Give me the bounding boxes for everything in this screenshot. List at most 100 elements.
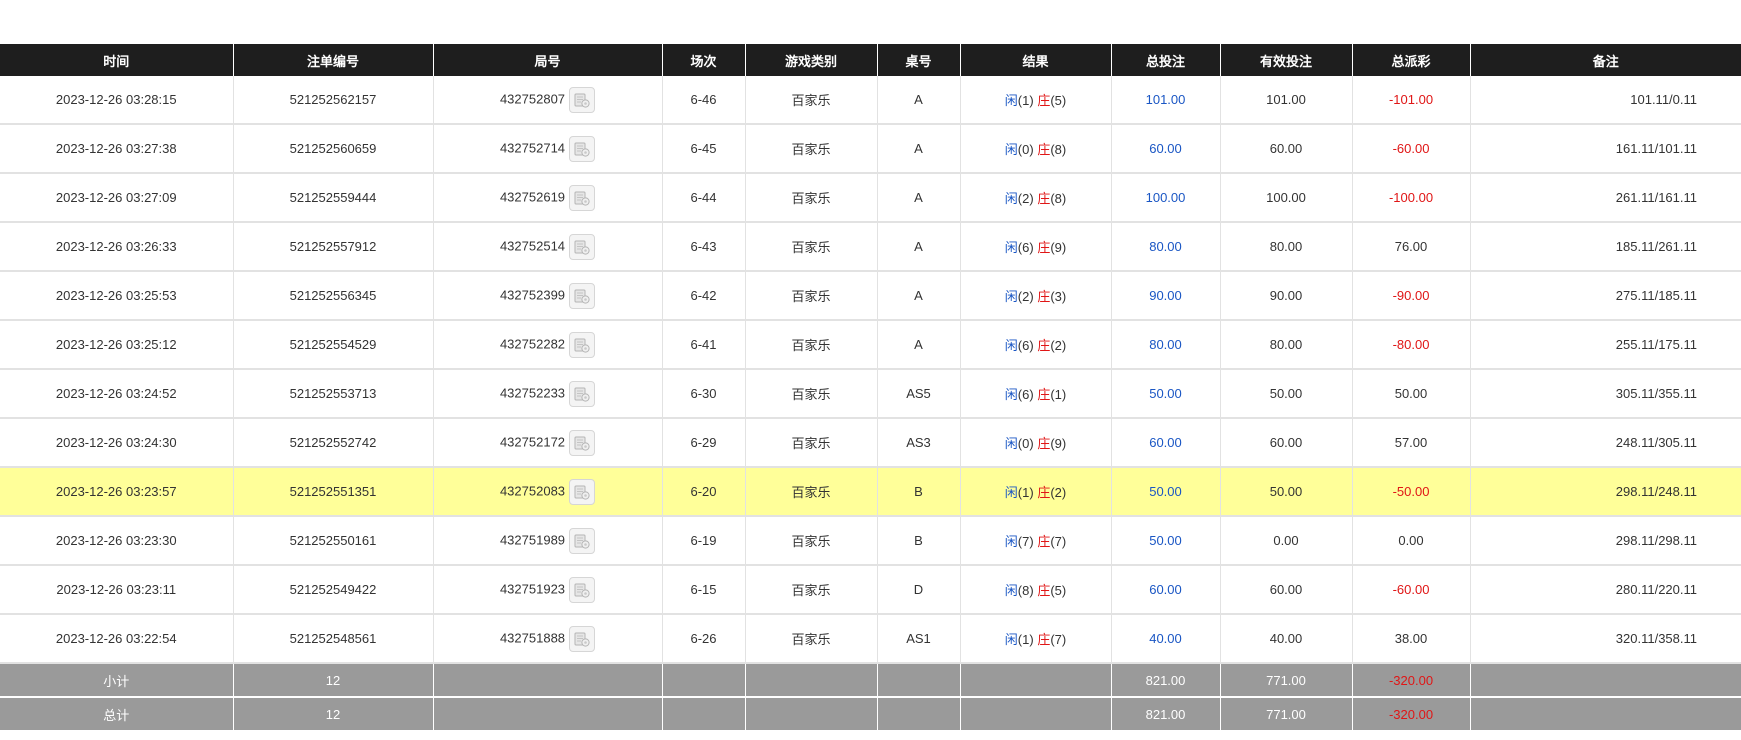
banker-label: 庄	[1037, 289, 1051, 304]
banker-label: 庄	[1037, 387, 1051, 402]
banker-label: 庄	[1037, 93, 1051, 108]
round-number: 432752083	[499, 482, 566, 498]
cell-total-bet: 101.00	[1111, 76, 1221, 125]
header-game-type: 游戏类别	[745, 44, 878, 76]
cell-bet-id: 521252556345	[233, 271, 434, 321]
cell-payout: -60.00	[1352, 565, 1471, 615]
subtotal-row: 小计 12 821.00 771.00 -320.00	[0, 663, 1741, 698]
cell-bet-id: 521252548561	[233, 614, 434, 664]
cell-bet-id: 521252560659	[233, 124, 434, 174]
grand-total-row: 总计 12 821.00 771.00 -320.00	[0, 697, 1741, 732]
cell-bet-id: 521252562157	[233, 76, 434, 125]
cell-table-no: AS1	[877, 614, 961, 664]
cell-session: 6-15	[662, 565, 746, 615]
cell-table-no: B	[877, 516, 961, 566]
game-detail-icon[interactable]	[569, 331, 596, 358]
bet-history-table: 时间 注单编号 局号 场次 游戏类别 桌号 结果 总投注 有效投注 总派彩 备注…	[0, 44, 1741, 732]
cell-session: 6-43	[662, 222, 746, 272]
game-detail-icon[interactable]	[569, 380, 596, 407]
cell-result: 闲(7) 庄(7)	[960, 516, 1112, 566]
player-label: 闲	[1004, 583, 1018, 598]
cell-time: 2023-12-26 03:27:38	[0, 124, 234, 174]
player-score: (2)	[1017, 289, 1034, 304]
footer-count: 12	[233, 663, 434, 698]
table-row: 2023-12-26 03:27:09 521252559444 432752619…	[0, 173, 1741, 223]
cell-remark: 101.11/0.11	[1470, 76, 1741, 125]
cell-game-type: 百家乐	[745, 369, 878, 419]
cell-total-bet: 90.00	[1111, 271, 1221, 321]
footer-count: 12	[233, 697, 434, 732]
cell-total-bet: 100.00	[1111, 173, 1221, 223]
cell-total-bet: 60.00	[1111, 418, 1221, 468]
cell-round: 432752172	[433, 418, 663, 468]
cell-result: 闲(2) 庄(8)	[960, 173, 1112, 223]
cell-valid-bet: 90.00	[1220, 271, 1353, 321]
footer-label: 总计	[0, 697, 234, 732]
cell-time: 2023-12-26 03:28:15	[0, 76, 234, 125]
player-score: (1)	[1017, 485, 1034, 500]
cell-round: 432752399	[433, 271, 663, 321]
footer-empty	[662, 697, 746, 732]
round-number: 432752282	[499, 335, 566, 351]
player-score: (6)	[1017, 387, 1034, 402]
header-payout: 总派彩	[1352, 44, 1471, 76]
cell-table-no: A	[877, 271, 961, 321]
banker-label: 庄	[1037, 534, 1051, 549]
cell-payout: -101.00	[1352, 76, 1471, 125]
header-table-no: 桌号	[877, 44, 961, 76]
player-score: (2)	[1017, 191, 1034, 206]
cell-table-no: D	[877, 565, 961, 615]
game-detail-icon[interactable]	[569, 625, 596, 652]
game-detail-icon[interactable]	[569, 233, 596, 260]
header-result: 结果	[960, 44, 1112, 76]
footer-payout: -320.00	[1352, 697, 1471, 732]
cell-session: 6-29	[662, 418, 746, 468]
cell-bet-id: 521252553713	[233, 369, 434, 419]
banker-label: 庄	[1037, 485, 1051, 500]
cell-total-bet: 50.00	[1111, 369, 1221, 419]
cell-bet-id: 521252557912	[233, 222, 434, 272]
cell-session: 6-46	[662, 76, 746, 125]
cell-remark: 305.11/355.11	[1470, 369, 1741, 419]
game-detail-icon[interactable]	[569, 184, 596, 211]
header-session: 场次	[662, 44, 746, 76]
header-remark: 备注	[1470, 44, 1741, 76]
game-detail-icon[interactable]	[569, 429, 596, 456]
banker-label: 庄	[1037, 191, 1051, 206]
game-detail-icon[interactable]	[569, 282, 596, 309]
player-score: (7)	[1017, 534, 1034, 549]
cell-session: 6-30	[662, 369, 746, 419]
round-number: 432752807	[499, 90, 566, 106]
player-label: 闲	[1004, 632, 1018, 647]
footer-empty	[745, 663, 878, 698]
game-detail-icon[interactable]	[569, 86, 596, 113]
cell-session: 6-42	[662, 271, 746, 321]
header-round: 局号	[433, 44, 663, 76]
player-score: (8)	[1017, 583, 1034, 598]
footer-empty	[745, 697, 878, 732]
banker-score: (9)	[1050, 240, 1067, 255]
cell-remark: 320.11/358.11	[1470, 614, 1741, 664]
table-row: 2023-12-26 03:24:30 521252552742 432752172…	[0, 418, 1741, 468]
cell-time: 2023-12-26 03:27:09	[0, 173, 234, 223]
cell-result: 闲(1) 庄(5)	[960, 76, 1112, 125]
cell-result: 闲(0) 庄(8)	[960, 124, 1112, 174]
game-detail-icon[interactable]	[569, 576, 596, 603]
player-score: (6)	[1017, 240, 1034, 255]
game-detail-icon[interactable]	[569, 135, 596, 162]
cell-remark: 185.11/261.11	[1470, 222, 1741, 272]
footer-empty	[877, 697, 961, 732]
cell-table-no: A	[877, 173, 961, 223]
game-detail-icon[interactable]	[569, 478, 596, 505]
table-row: 2023-12-26 03:23:30 521252550161 432751989…	[0, 516, 1741, 566]
cell-round: 432752282	[433, 320, 663, 370]
cell-payout: -100.00	[1352, 173, 1471, 223]
cell-table-no: A	[877, 76, 961, 125]
footer-total-bet: 821.00	[1111, 697, 1221, 732]
cell-valid-bet: 60.00	[1220, 418, 1353, 468]
cell-round: 432751923	[433, 565, 663, 615]
header-valid-bet: 有效投注	[1220, 44, 1353, 76]
game-detail-icon[interactable]	[569, 527, 596, 554]
cell-payout: -60.00	[1352, 124, 1471, 174]
footer-payout: -320.00	[1352, 663, 1471, 698]
